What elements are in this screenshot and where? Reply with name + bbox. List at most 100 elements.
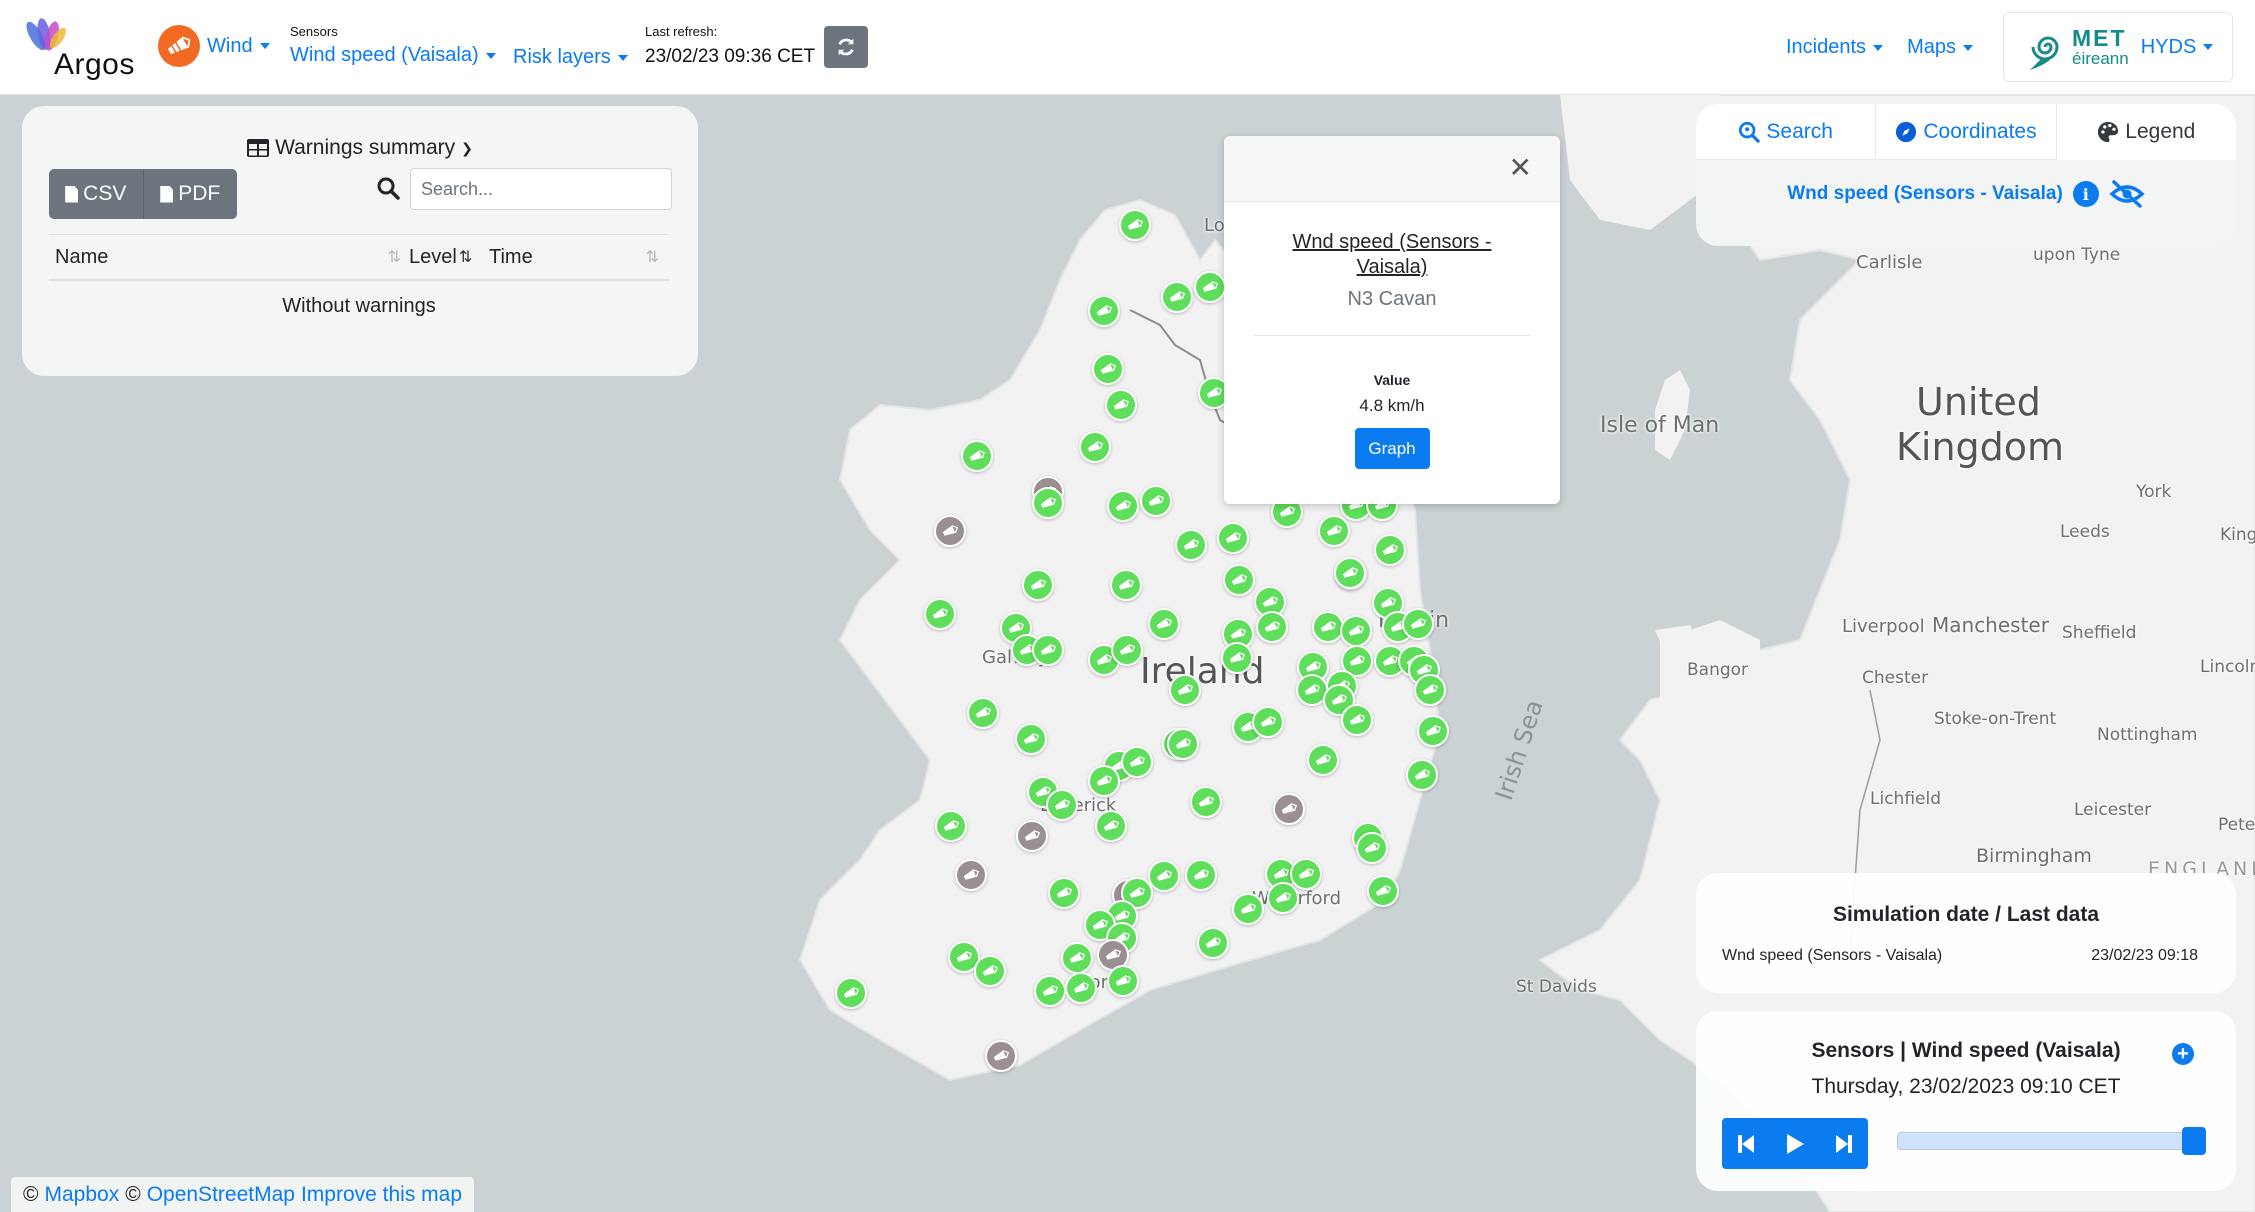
sensor-marker[interactable] (1217, 522, 1249, 554)
sensor-marker-inactive[interactable] (934, 515, 966, 547)
sensor-marker[interactable] (1340, 615, 1372, 647)
plus-circle-icon[interactable]: + (2172, 1043, 2194, 1065)
sensor-marker[interactable] (1414, 674, 1446, 706)
mapbox-link[interactable]: Mapbox (44, 1183, 119, 1207)
legend-layer-name[interactable]: Wnd speed (Sensors - Vaisala) (1787, 183, 2063, 205)
tab-legend[interactable]: Legend (2055, 104, 2236, 160)
sensor-marker[interactable] (1402, 608, 1434, 640)
sensor-marker[interactable] (1169, 674, 1201, 706)
sensor-marker[interactable] (1417, 715, 1449, 747)
sensor-marker[interactable] (1065, 972, 1097, 1004)
sensor-marker[interactable] (974, 955, 1006, 987)
hazard-selector[interactable]: Wind (158, 25, 270, 67)
sensor-marker[interactable] (1079, 431, 1111, 463)
sensor-marker[interactable] (1197, 927, 1229, 959)
sensor-marker[interactable] (935, 810, 967, 842)
sensor-marker[interactable] (1148, 860, 1180, 892)
windsock-icon (1375, 885, 1392, 896)
sensor-marker[interactable] (1341, 704, 1373, 736)
sensor-marker-inactive[interactable] (1016, 820, 1048, 852)
graph-button[interactable]: Graph (1354, 428, 1430, 469)
sensor-marker[interactable] (1140, 485, 1172, 517)
incidents-dropdown[interactable]: Incidents (1786, 36, 1884, 59)
sensor-marker[interactable] (1406, 759, 1438, 791)
sensor-marker[interactable] (924, 598, 956, 630)
argos-logo[interactable]: Argos (22, 18, 137, 81)
column-header-name[interactable]: Name ⇅ (49, 246, 409, 269)
search-icon[interactable] (376, 176, 400, 205)
sensor-marker[interactable] (1046, 789, 1078, 821)
sensor-marker[interactable] (1223, 564, 1255, 596)
sensor-marker[interactable] (1312, 611, 1344, 643)
sensor-marker[interactable] (1318, 515, 1350, 547)
openstreetmap-link[interactable]: OpenStreetMap (147, 1183, 295, 1207)
sensor-marker[interactable] (1356, 832, 1388, 864)
timeline-slider-handle[interactable] (2182, 1127, 2206, 1155)
sensor-marker[interactable] (1290, 858, 1322, 890)
sensor-marker[interactable] (1088, 295, 1120, 327)
user-dropdown[interactable]: HYDS (2141, 36, 2214, 59)
step-back-button[interactable] (1728, 1126, 1764, 1162)
sensor-dropdown[interactable]: Wind speed (Vaisala) (290, 44, 496, 67)
sensor-marker[interactable] (1307, 744, 1339, 776)
warnings-summary-toggle[interactable]: Warnings summary ❯ (22, 136, 698, 160)
sensor-marker[interactable] (835, 977, 867, 1009)
sensor-marker[interactable] (1095, 810, 1127, 842)
sensor-marker[interactable] (1032, 487, 1064, 519)
close-icon[interactable]: ✕ (1509, 154, 1532, 182)
sensor-marker[interactable] (1367, 875, 1399, 907)
sensor-marker[interactable] (1110, 569, 1142, 601)
timeline-slider[interactable] (1897, 1127, 2206, 1155)
sensor-marker[interactable] (1334, 557, 1366, 589)
sensor-marker[interactable] (1252, 706, 1284, 738)
sensor-marker[interactable] (1105, 389, 1137, 421)
sensor-marker[interactable] (1121, 746, 1153, 778)
sensor-marker[interactable] (1374, 534, 1406, 566)
sensor-marker[interactable] (1194, 271, 1226, 303)
sensor-marker[interactable] (1015, 723, 1047, 755)
improve-map-link[interactable]: Improve this map (301, 1183, 462, 1207)
sensor-marker[interactable] (1167, 728, 1199, 760)
sensor-marker-inactive[interactable] (985, 1040, 1017, 1072)
eye-slash-icon[interactable] (2109, 180, 2145, 208)
step-forward-button[interactable] (1826, 1126, 1862, 1162)
sensor-marker[interactable] (1175, 529, 1207, 561)
sensor-marker[interactable] (1190, 786, 1222, 818)
risk-layers-dropdown[interactable]: Risk layers (513, 46, 628, 69)
sensor-marker[interactable] (1232, 893, 1264, 925)
sensor-marker[interactable] (1161, 281, 1193, 313)
info-icon[interactable]: i (2072, 181, 2099, 207)
sensor-marker[interactable] (1107, 490, 1139, 522)
warnings-search-input[interactable] (410, 168, 672, 210)
play-button[interactable] (1777, 1126, 1813, 1162)
sensor-marker[interactable] (1256, 611, 1288, 643)
sensor-marker[interactable] (1092, 353, 1124, 385)
tab-coordinates[interactable]: Coordinates (1875, 104, 2056, 160)
sensor-marker[interactable] (1034, 975, 1066, 1007)
sensor-marker[interactable] (1185, 859, 1217, 891)
sensor-marker[interactable] (1088, 765, 1120, 797)
sensor-marker[interactable] (1048, 877, 1080, 909)
export-csv-button[interactable]: CSV (49, 169, 143, 219)
tab-search[interactable]: Search (1696, 104, 1876, 160)
column-header-time[interactable]: Time ⇅ (489, 246, 669, 269)
sensor-marker[interactable] (1111, 634, 1143, 666)
sensor-marker[interactable] (1061, 942, 1093, 974)
sensor-marker[interactable] (1119, 209, 1151, 241)
sensor-marker-inactive[interactable] (1273, 793, 1305, 825)
column-header-level[interactable]: Level ⇅ (409, 246, 489, 269)
refresh-button[interactable] (824, 26, 868, 68)
sensor-marker[interactable] (1148, 608, 1180, 640)
sensor-marker[interactable] (1221, 642, 1253, 674)
hazard-dropdown[interactable]: Wind (207, 35, 270, 58)
maps-dropdown[interactable]: Maps (1907, 36, 1973, 59)
sensor-marker-inactive[interactable] (955, 859, 987, 891)
sensor-marker[interactable] (967, 697, 999, 729)
sensor-marker[interactable] (1267, 882, 1299, 914)
popup-layer-title[interactable]: Wnd speed (Sensors - Vaisala) (1224, 230, 1560, 280)
sensor-marker[interactable] (961, 440, 993, 472)
export-pdf-button[interactable]: PDF (142, 169, 238, 219)
sensor-marker[interactable] (1032, 634, 1064, 666)
sensor-marker[interactable] (1107, 965, 1139, 997)
sensor-marker[interactable] (1022, 569, 1054, 601)
